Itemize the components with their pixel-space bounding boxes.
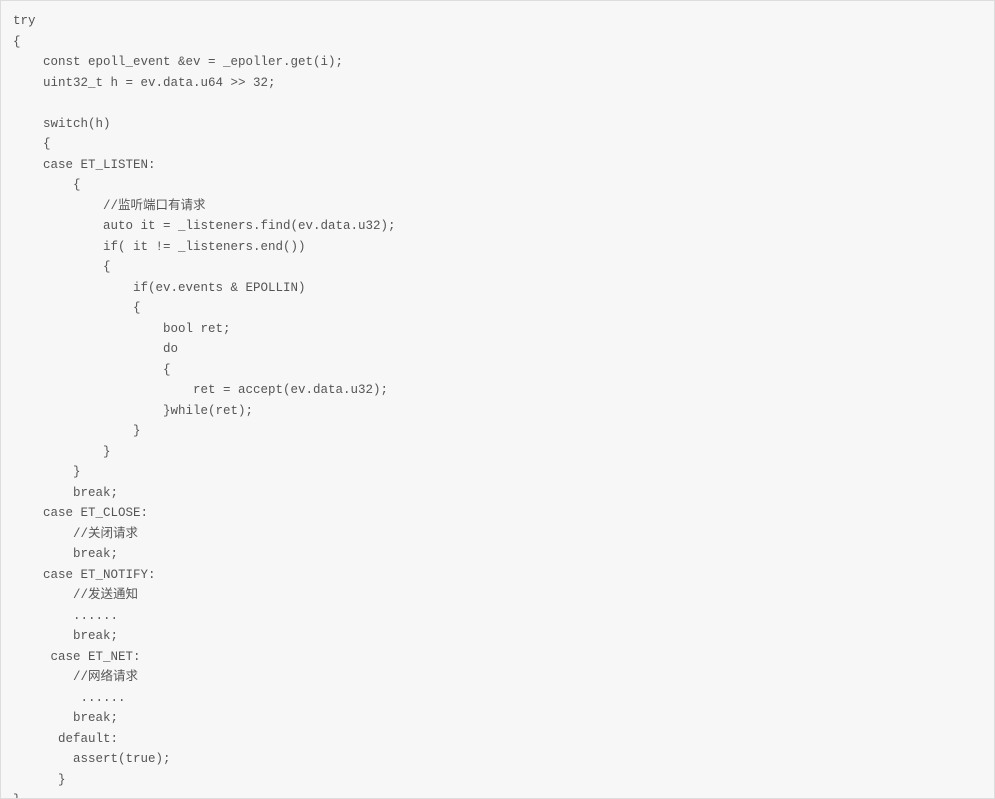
code-line: //网络请求 xyxy=(13,670,138,684)
code-line: case ET_LISTEN: xyxy=(13,158,156,172)
code-line: assert(true); xyxy=(13,752,171,766)
code-line: if(ev.events & EPOLLIN) xyxy=(13,281,306,295)
code-line: break; xyxy=(13,629,118,643)
code-line: } xyxy=(13,773,66,787)
code-line: case ET_NOTIFY: xyxy=(13,568,156,582)
code-line: case ET_NET: xyxy=(13,650,141,664)
code-line: bool ret; xyxy=(13,322,231,336)
code-line: { xyxy=(13,260,111,274)
code-line: }while(ret); xyxy=(13,404,253,418)
code-line: //关闭请求 xyxy=(13,527,138,541)
code-line: uint32_t h = ev.data.u64 >> 32; xyxy=(13,76,276,90)
code-line: } xyxy=(13,465,81,479)
code-line: //监听端口有请求 xyxy=(13,199,206,213)
code-line: { xyxy=(13,178,81,192)
code-line: switch(h) xyxy=(13,117,111,131)
code-line: } xyxy=(13,445,111,459)
code-line: case ET_CLOSE: xyxy=(13,506,148,520)
code-line: const epoll_event &ev = _epoller.get(i); xyxy=(13,55,343,69)
code-line: } xyxy=(13,793,21,799)
code-line: //发送通知 xyxy=(13,588,138,602)
code-line: auto it = _listeners.find(ev.data.u32); xyxy=(13,219,396,233)
code-line: ret = accept(ev.data.u32); xyxy=(13,383,388,397)
code-line: if( it != _listeners.end()) xyxy=(13,240,306,254)
code-line: break; xyxy=(13,547,118,561)
code-line: { xyxy=(13,363,171,377)
code-line: ...... xyxy=(13,609,118,623)
code-line: { xyxy=(13,137,51,151)
code-line: default: xyxy=(13,732,118,746)
code-line: ...... xyxy=(13,691,126,705)
code-line: { xyxy=(13,301,141,315)
code-line: } xyxy=(13,424,141,438)
code-line: break; xyxy=(13,486,118,500)
code-line: break; xyxy=(13,711,118,725)
code-block: try { const epoll_event &ev = _epoller.g… xyxy=(0,0,995,799)
code-line: do xyxy=(13,342,178,356)
code-line: { xyxy=(13,35,21,49)
code-line: try xyxy=(13,14,36,28)
